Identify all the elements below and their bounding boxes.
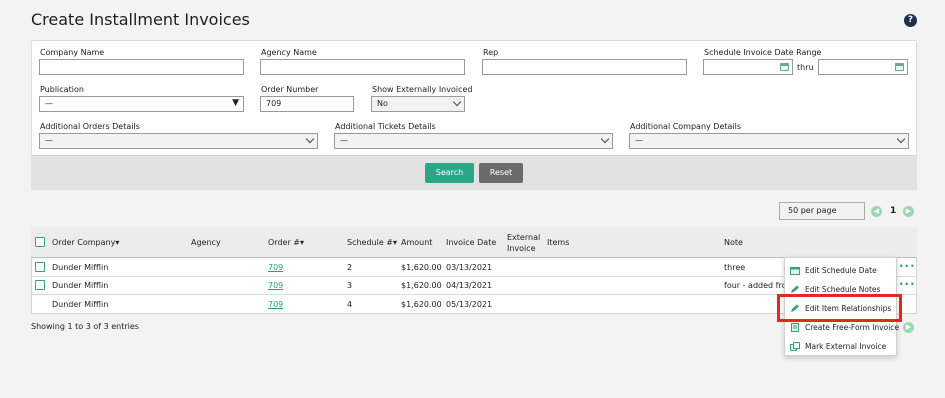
row-actions-icon[interactable]: ··· [899,278,916,290]
help-icon[interactable]: ? [904,14,917,27]
date-from-input[interactable] [703,59,793,75]
company-name-input[interactable] [39,59,244,75]
dropdown-arrow-icon: ▼ [232,98,239,108]
publication-select[interactable]: — ▼ [39,96,244,112]
menu-item-mark-external-invoice[interactable]: Mark External Invoice [785,337,896,356]
row-amount: $1,620.00 [401,300,442,309]
row-date: 04/13/2021 [446,281,493,290]
entries-summary: Showing 1 to 3 of 3 entries [31,322,139,331]
reset-button[interactable]: Reset [479,163,523,183]
show-external-select[interactable]: No [371,96,465,112]
next-page-icon[interactable]: ▶ [903,206,914,217]
col-order-company[interactable]: Order Company▾ [52,238,119,247]
additional-orders-label: Additional Orders Details [40,122,140,131]
per-page-value: 50 per page [788,206,837,215]
chevron-down-icon [305,134,315,144]
additional-orders-value: — [45,136,53,145]
col-order-number[interactable]: Order #▾ [268,238,304,247]
document-icon [791,323,799,332]
row-amount: $1,620.00 [401,263,442,272]
row-schedule: 4 [347,300,353,309]
row-note: three [724,263,746,272]
row-schedule: 2 [347,263,353,272]
col-amount: Amount [401,238,433,247]
menu-item-edit-schedule-date[interactable]: Edit Schedule Date [785,261,896,280]
publication-value: — [45,99,53,108]
show-external-label: Show Externally Invoiced [372,85,473,94]
row-actions-icon[interactable]: ··· [899,260,916,272]
publication-label: Publication [40,85,84,94]
search-button[interactable]: Search [425,163,474,183]
next-page-icon[interactable]: ▶ [903,322,914,333]
date-to-input[interactable] [818,59,908,75]
row-company: Dunder Mifflin [52,281,109,290]
filter-footer [31,155,917,190]
prev-page-icon[interactable]: ◀ [871,206,882,217]
pencil-icon [791,285,799,293]
row-amount: $1,620.00 [401,281,442,290]
col-invoice-date: Invoice Date [446,238,497,247]
chevron-down-icon [896,134,906,144]
chevron-down-icon [452,97,462,107]
row-order-link[interactable]: 709 [268,281,283,290]
row-date: 03/13/2021 [446,263,493,272]
additional-tickets-value: — [340,136,348,145]
row-date: 05/13/2021 [446,300,493,309]
select-all-checkbox[interactable] [35,237,45,247]
col-agency: Agency [191,238,221,247]
additional-company-value: — [635,136,643,145]
col-external-invoice-line2: Invoice [507,244,536,253]
row-checkbox[interactable] [35,280,45,290]
menu-item-label: Edit Schedule Date [805,266,877,275]
row-checkbox[interactable] [35,262,45,272]
order-number-label: Order Number [261,85,319,94]
row-order-link[interactable]: 709 [268,300,283,309]
per-page-select[interactable]: 50 per page [779,202,865,220]
col-note: Note [724,238,743,247]
additional-company-label: Additional Company Details [630,122,742,131]
highlight-box [777,294,902,322]
row-schedule: 3 [347,281,353,290]
col-schedule-number[interactable]: Schedule #▾ [347,238,397,247]
page-title: Create Installment Invoices [31,10,250,29]
thru-label: thru [797,63,814,72]
calendar-icon[interactable] [780,63,789,71]
copy-icon [790,342,800,351]
additional-company-select[interactable]: — [629,133,909,149]
page-number[interactable]: 1 [890,206,896,216]
calendar-icon [790,267,800,275]
company-name-label: Company Name [40,48,105,57]
col-items: Items [547,238,570,247]
chevron-down-icon [600,134,610,144]
schedule-range-label: Schedule Invoice Date Range [704,48,822,57]
calendar-icon[interactable] [895,63,904,71]
row-company: Dunder Mifflin [52,263,109,272]
agency-name-input[interactable] [260,59,465,75]
rep-label: Rep [483,48,499,57]
row-company: Dunder Mifflin [52,300,109,309]
menu-item-label: Mark External Invoice [805,342,887,351]
additional-tickets-label: Additional Tickets Details [335,122,436,131]
additional-orders-select[interactable]: — [39,133,318,149]
rep-input[interactable] [482,59,687,75]
additional-tickets-select[interactable]: — [334,133,613,149]
agency-name-label: Agency Name [261,48,317,57]
show-external-value: No [377,99,388,108]
menu-item-label: Edit Schedule Notes [805,285,881,294]
menu-item-label: Create Free-Form Invoice [805,323,900,332]
row-note: four - added fror [724,281,790,290]
col-external-invoice-line1: External [507,233,541,242]
row-order-link[interactable]: 709 [268,263,283,272]
order-number-input[interactable]: 709 [260,96,354,112]
